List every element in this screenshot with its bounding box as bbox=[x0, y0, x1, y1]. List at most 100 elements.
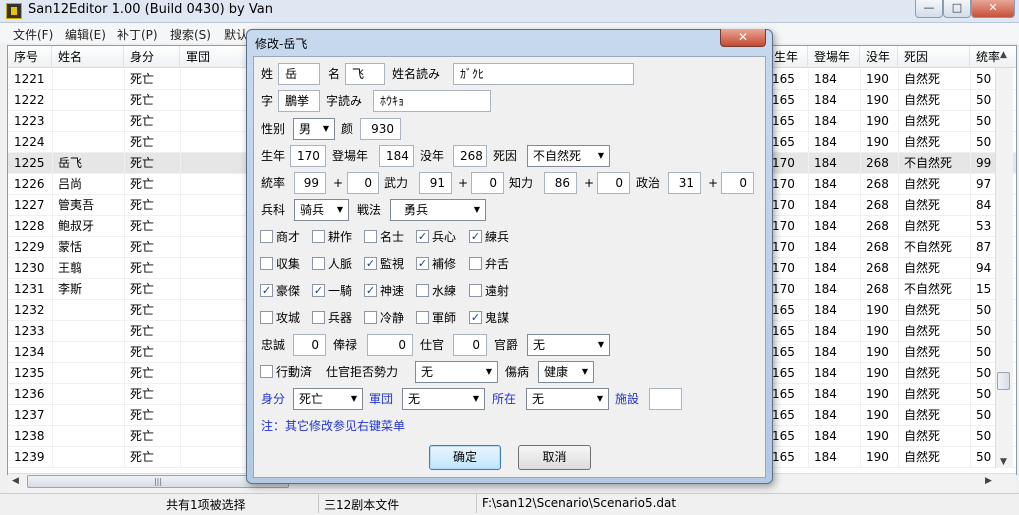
intelligence-bonus-input[interactable]: 0 bbox=[597, 172, 630, 194]
facility-input[interactable] bbox=[649, 388, 682, 410]
scroll-right-icon[interactable]: ▶ bbox=[985, 476, 992, 486]
skill-checkbox[interactable] bbox=[312, 257, 325, 270]
col-header-id[interactable]: 序号 bbox=[8, 46, 52, 68]
table-cell: 97 bbox=[976, 177, 992, 191]
menu-file[interactable]: 文件(F) bbox=[13, 26, 53, 43]
scroll-up-icon[interactable]: ▲ bbox=[1000, 50, 1007, 60]
table-cell: 165 bbox=[772, 450, 795, 464]
skill-checkbox[interactable] bbox=[260, 257, 273, 270]
politics-input[interactable]: 31 bbox=[668, 172, 701, 194]
skill-checkbox[interactable]: ✓ bbox=[469, 311, 482, 324]
leadership-input[interactable]: 99 bbox=[294, 172, 326, 194]
table-cell: 死亡 bbox=[130, 219, 155, 233]
rank-select[interactable]: 无 ▼ bbox=[527, 334, 610, 356]
illness-select[interactable]: 健康 ▼ bbox=[538, 361, 594, 383]
menu-search[interactable]: 搜索(S) bbox=[170, 26, 211, 43]
status-select[interactable]: 死亡 ▼ bbox=[293, 388, 363, 410]
surname-input[interactable]: 岳 bbox=[278, 63, 320, 85]
war-input[interactable]: 91 bbox=[419, 172, 452, 194]
refuse-force-select[interactable]: 无 ▼ bbox=[415, 361, 498, 383]
column-divider bbox=[52, 69, 53, 468]
col-header-birth[interactable]: 生年 bbox=[768, 46, 808, 68]
table-cell: 184 bbox=[814, 240, 837, 254]
skill-checkbox[interactable]: ✓ bbox=[416, 257, 429, 270]
gender-select[interactable]: 男 ▼ bbox=[293, 118, 335, 140]
given-name-input[interactable]: 飞 bbox=[345, 63, 385, 85]
col-header-appear[interactable]: 登場年 bbox=[808, 46, 860, 68]
menu-edit[interactable]: 编辑(E) bbox=[65, 26, 106, 43]
loyalty-input[interactable]: 0 bbox=[293, 334, 326, 356]
table-cell: 184 bbox=[814, 324, 837, 338]
minimize-button[interactable]: — bbox=[915, 0, 943, 18]
skill-checkbox[interactable] bbox=[469, 257, 482, 270]
skill-checkbox[interactable] bbox=[416, 284, 429, 297]
service-input[interactable]: 0 bbox=[453, 334, 487, 356]
col-header-leadership[interactable]: 统率 bbox=[970, 46, 1016, 68]
skill-checkbox[interactable]: ✓ bbox=[469, 230, 482, 243]
death-cause-select[interactable]: 不自然死 ▼ bbox=[527, 145, 610, 167]
leadership-bonus-input[interactable]: 0 bbox=[347, 172, 379, 194]
table-cell: 184 bbox=[814, 93, 837, 107]
close-window-button[interactable]: ✕ bbox=[971, 0, 1015, 18]
salary-input[interactable]: 0 bbox=[367, 334, 413, 356]
appear-year-input[interactable]: 184 bbox=[379, 145, 414, 167]
ok-button[interactable]: 确定 bbox=[429, 445, 501, 470]
intelligence-input[interactable]: 86 bbox=[544, 172, 577, 194]
scroll-down-icon[interactable]: ▼ bbox=[1000, 457, 1007, 467]
table-cell: 自然死 bbox=[904, 177, 941, 191]
style-name-input[interactable]: 鵬挙 bbox=[278, 90, 320, 112]
skill-checkbox[interactable] bbox=[260, 311, 273, 324]
table-cell: 1234 bbox=[14, 345, 45, 359]
skill-checkbox[interactable] bbox=[469, 284, 482, 297]
skill-checkbox[interactable] bbox=[364, 311, 377, 324]
col-header-death[interactable]: 没年 bbox=[860, 46, 898, 68]
skill-checkbox[interactable]: ✓ bbox=[260, 284, 273, 297]
politics-bonus-input[interactable]: 0 bbox=[721, 172, 754, 194]
status-selection: 共有1项被选择 bbox=[166, 498, 246, 512]
birth-year-input[interactable]: 170 bbox=[290, 145, 326, 167]
table-cell: 死亡 bbox=[130, 429, 155, 443]
moved-checkbox[interactable] bbox=[260, 365, 273, 378]
col-header-status[interactable]: 身分 bbox=[124, 46, 180, 68]
table-cell: 自然死 bbox=[904, 429, 941, 443]
menu-default[interactable]: 默认 bbox=[224, 26, 248, 43]
scroll-left-icon[interactable]: ◀ bbox=[12, 476, 19, 486]
status-divider bbox=[476, 494, 477, 513]
plus-label: + bbox=[333, 176, 344, 190]
war-bonus-input[interactable]: 0 bbox=[471, 172, 504, 194]
maximize-button[interactable]: □ bbox=[943, 0, 971, 18]
gender-label: 性别 bbox=[261, 122, 286, 136]
skill-checkbox[interactable]: ✓ bbox=[364, 284, 377, 297]
table-cell: 蒙恬 bbox=[58, 240, 83, 254]
table-cell: 190 bbox=[866, 387, 889, 401]
col-header-name[interactable]: 姓名 bbox=[52, 46, 124, 68]
vertical-scroll-thumb[interactable] bbox=[997, 372, 1010, 390]
skill-checkbox[interactable] bbox=[260, 230, 273, 243]
check-icon: ✓ bbox=[470, 230, 481, 243]
dialog-close-button[interactable]: ✕ bbox=[720, 29, 766, 47]
style-reading-input[interactable]: ﾎｳｷｮ bbox=[373, 90, 491, 112]
col-header-corps[interactable]: 軍団 bbox=[180, 46, 248, 68]
skill-checkbox[interactable]: ✓ bbox=[416, 230, 429, 243]
tactic-select[interactable]: 勇兵 ▼ bbox=[390, 199, 486, 221]
skill-checkbox[interactable] bbox=[312, 311, 325, 324]
location-select[interactable]: 无 ▼ bbox=[526, 388, 609, 410]
cancel-button[interactable]: 取消 bbox=[518, 445, 591, 470]
vertical-scrollbar[interactable] bbox=[995, 68, 1013, 468]
name-reading-input[interactable]: ｶﾞｸﾋ bbox=[453, 63, 634, 85]
death-year-input[interactable]: 268 bbox=[453, 145, 487, 167]
tactic-label: 戦法 bbox=[357, 203, 382, 217]
col-header-cause[interactable]: 死因 bbox=[898, 46, 970, 68]
skill-label: 冷静 bbox=[380, 311, 405, 325]
skill-checkbox[interactable]: ✓ bbox=[364, 257, 377, 270]
skill-label: 一騎 bbox=[328, 284, 353, 298]
skill-checkbox[interactable] bbox=[364, 230, 377, 243]
skill-checkbox[interactable]: ✓ bbox=[312, 284, 325, 297]
skill-checkbox[interactable] bbox=[312, 230, 325, 243]
table-cell: 自然死 bbox=[904, 345, 941, 359]
menu-patch[interactable]: 补丁(P) bbox=[117, 26, 158, 43]
face-input[interactable]: 930 bbox=[360, 118, 401, 140]
skill-checkbox[interactable] bbox=[416, 311, 429, 324]
corps-select[interactable]: 无 ▼ bbox=[402, 388, 485, 410]
arms-select[interactable]: 骑兵 ▼ bbox=[294, 199, 349, 221]
